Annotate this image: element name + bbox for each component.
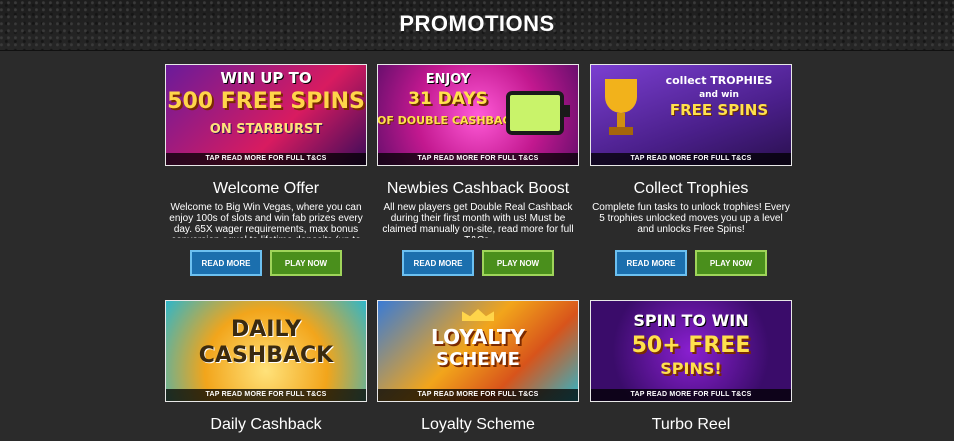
banner-line1: SPIN TO WIN bbox=[633, 311, 749, 330]
promo-title: Loyalty Scheme bbox=[421, 416, 535, 433]
promo-card-collect-trophies: collect TROPHIES and win FREE SPINS TAP … bbox=[590, 64, 792, 276]
banner-line2: 500 FREE SPINS bbox=[167, 89, 365, 114]
banner-line3: SPINS! bbox=[660, 359, 722, 378]
read-more-button[interactable]: READ MORE bbox=[615, 250, 687, 276]
promo-banner-loyalty-scheme[interactable]: LOYALTY SCHEME TAP READ MORE FOR FULL T&… bbox=[377, 300, 579, 402]
read-more-button[interactable]: READ MORE bbox=[402, 250, 474, 276]
banner-line1: WIN UP TO bbox=[220, 69, 312, 87]
promo-banner-turbo-reel[interactable]: SPIN TO WIN 50+ FREE SPINS! TAP READ MOR… bbox=[590, 300, 792, 402]
play-now-button[interactable]: PLAY NOW bbox=[270, 250, 342, 276]
banner-line2: and win bbox=[699, 90, 739, 100]
trophy-icon bbox=[605, 79, 637, 135]
promo-banner-daily-cashback[interactable]: DAILY CASHBACK TAP READ MORE FOR FULL T&… bbox=[165, 300, 367, 402]
banner-tcs-strip: TAP READ MORE FOR FULL T&CS bbox=[166, 153, 366, 165]
promo-card-loyalty-scheme: LOYALTY SCHEME TAP READ MORE FOR FULL T&… bbox=[377, 300, 579, 434]
promo-title: Collect Trophies bbox=[633, 180, 749, 197]
battery-icon bbox=[506, 91, 570, 135]
banner-tcs-strip: TAP READ MORE FOR FULL T&CS bbox=[166, 389, 366, 401]
play-now-button[interactable]: PLAY NOW bbox=[695, 250, 767, 276]
banner-line2: SCHEME bbox=[436, 349, 520, 370]
promo-description: All new players get Double Real Cashback… bbox=[382, 202, 574, 238]
banner-line2: CASHBACK bbox=[198, 343, 334, 368]
play-now-button[interactable]: PLAY NOW bbox=[482, 250, 554, 276]
banner-line3: FREE SPINS bbox=[669, 101, 769, 119]
promo-banner-collect-trophies[interactable]: collect TROPHIES and win FREE SPINS TAP … bbox=[590, 64, 792, 166]
crown-icon bbox=[462, 309, 494, 321]
read-more-button[interactable]: READ MORE bbox=[190, 250, 262, 276]
promo-title: Welcome Offer bbox=[212, 180, 320, 197]
banner-line1: ENJOY bbox=[425, 72, 471, 87]
banner-tcs-strip: TAP READ MORE FOR FULL T&CS bbox=[378, 153, 578, 165]
promo-card-daily-cashback: DAILY CASHBACK TAP READ MORE FOR FULL T&… bbox=[165, 300, 367, 434]
banner-line1: DAILY bbox=[231, 317, 301, 342]
promo-card-turbo-reel: SPIN TO WIN 50+ FREE SPINS! TAP READ MOR… bbox=[590, 300, 792, 434]
banner-line1: collect TROPHIES bbox=[665, 74, 773, 87]
promo-card-welcome-offer: WIN UP TO 500 FREE SPINS ON STARBURST TA… bbox=[165, 64, 367, 276]
promo-title: Newbies Cashback Boost bbox=[386, 180, 570, 197]
banner-tcs-strip: TAP READ MORE FOR FULL T&CS bbox=[591, 153, 791, 165]
promo-description: Welcome to Big Win Vegas, where you can … bbox=[169, 202, 363, 238]
page-title: PROMOTIONS bbox=[399, 11, 555, 36]
promo-banner-welcome-offer[interactable]: WIN UP TO 500 FREE SPINS ON STARBURST TA… bbox=[165, 64, 367, 166]
banner-line1: LOYALTY bbox=[431, 325, 525, 349]
banner-line3: ON STARBURST bbox=[209, 122, 323, 137]
banner-line2: 50+ FREE bbox=[631, 333, 751, 358]
promo-description: Complete fun tasks to unlock trophies! E… bbox=[592, 202, 790, 235]
promo-title: Daily Cashback bbox=[210, 416, 322, 433]
promo-title: Turbo Reel bbox=[651, 416, 731, 433]
banner-tcs-strip: TAP READ MORE FOR FULL T&CS bbox=[378, 389, 578, 401]
banner-tcs-strip: TAP READ MORE FOR FULL T&CS bbox=[591, 389, 791, 401]
page-header: PROMOTIONS bbox=[0, 0, 954, 51]
promo-card-newbies-cashback: ENJOY 31 DAYS OF DOUBLE CASHBACK TAP REA… bbox=[377, 64, 579, 276]
promo-banner-newbies-cashback[interactable]: ENJOY 31 DAYS OF DOUBLE CASHBACK TAP REA… bbox=[377, 64, 579, 166]
